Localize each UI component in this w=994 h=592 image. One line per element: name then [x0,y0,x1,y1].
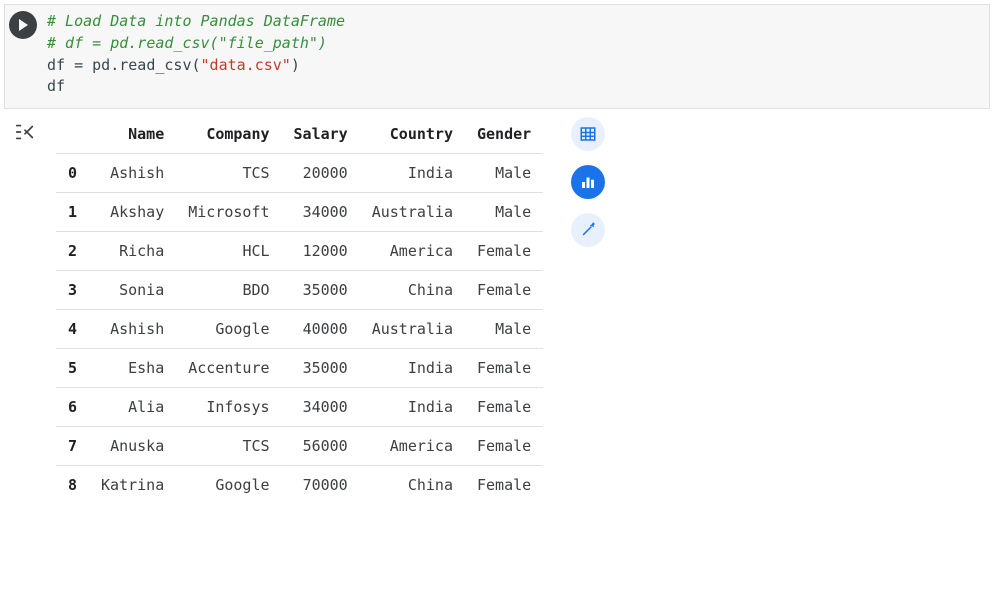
cell: Male [465,154,543,193]
table-row: 3SoniaBDO35000ChinaFemale [56,271,543,310]
code-line-4: df [47,77,65,95]
cell: Australia [360,310,465,349]
cell: Infosys [176,388,281,427]
cell: Microsoft [176,193,281,232]
cell: Anuska [89,427,176,466]
dataframe-tools [571,115,605,247]
suggest-button[interactable] [571,213,605,247]
table-view-button[interactable] [571,117,605,151]
cell: 34000 [282,193,360,232]
table-row: 7AnuskaTCS56000AmericaFemale [56,427,543,466]
cell: 70000 [282,466,360,505]
output-gutter [4,115,46,504]
col-company: Company [176,115,281,154]
output-area: Name Company Salary Country Gender 0Ashi… [4,115,990,504]
row-index: 4 [56,310,89,349]
row-index: 6 [56,388,89,427]
cell: Alia [89,388,176,427]
table-row: 5EshaAccenture35000IndiaFemale [56,349,543,388]
cell: China [360,271,465,310]
cell: 56000 [282,427,360,466]
cell: Sonia [89,271,176,310]
code-editor[interactable]: # Load Data into Pandas DataFrame # df =… [47,11,981,98]
cell: BDO [176,271,281,310]
col-name: Name [89,115,176,154]
cell: Female [465,427,543,466]
cell: HCL [176,232,281,271]
cell: Female [465,232,543,271]
run-button[interactable] [9,11,37,39]
cell: Female [465,388,543,427]
table-row: 6AliaInfosys34000IndiaFemale [56,388,543,427]
code-comment-1: # Load Data into Pandas DataFrame [47,12,345,30]
cell: America [360,232,465,271]
cell: Google [176,310,281,349]
cell: Esha [89,349,176,388]
cell: 35000 [282,349,360,388]
row-index: 0 [56,154,89,193]
dataframe-table: Name Company Salary Country Gender 0Ashi… [56,115,543,504]
cell: Female [465,466,543,505]
cell: Australia [360,193,465,232]
table-row: 4AshishGoogle40000AustraliaMale [56,310,543,349]
table-view-icon [579,125,597,143]
cell: Katrina [89,466,176,505]
cell: 40000 [282,310,360,349]
table-row: 0AshishTCS20000IndiaMale [56,154,543,193]
code-cell: # Load Data into Pandas DataFrame # df =… [4,4,990,109]
cell: India [360,154,465,193]
cell: Female [465,349,543,388]
dataframe-header-row: Name Company Salary Country Gender [56,115,543,154]
chart-button[interactable] [571,165,605,199]
cell: Accenture [176,349,281,388]
row-index: 2 [56,232,89,271]
cell: India [360,388,465,427]
row-index: 1 [56,193,89,232]
row-index: 5 [56,349,89,388]
cell: Google [176,466,281,505]
row-index: 3 [56,271,89,310]
code-line-3: df = pd.read_csv("data.csv") [47,56,300,74]
cell: 12000 [282,232,360,271]
cell: America [360,427,465,466]
cell: 20000 [282,154,360,193]
row-index: 7 [56,427,89,466]
cell: TCS [176,427,281,466]
table-row: 2RichaHCL12000AmericaFemale [56,232,543,271]
cell: China [360,466,465,505]
cell: Female [465,271,543,310]
chart-icon [579,173,597,191]
cell: Richa [89,232,176,271]
dataframe-index-header [56,115,89,154]
cell: Male [465,310,543,349]
variable-inspector-icon[interactable] [14,121,36,504]
code-comment-2: # df = pd.read_csv("file_path") [47,34,327,52]
cell: India [360,349,465,388]
table-row: 8KatrinaGoogle70000ChinaFemale [56,466,543,505]
cell: Male [465,193,543,232]
col-country: Country [360,115,465,154]
play-icon [16,18,30,32]
col-salary: Salary [282,115,360,154]
cell: Ashish [89,154,176,193]
row-index: 8 [56,466,89,505]
cell: Akshay [89,193,176,232]
col-gender: Gender [465,115,543,154]
cell: Ashish [89,310,176,349]
cell: 35000 [282,271,360,310]
table-row: 1AkshayMicrosoft34000AustraliaMale [56,193,543,232]
cell: TCS [176,154,281,193]
cell: 34000 [282,388,360,427]
magic-wand-icon [579,221,597,239]
